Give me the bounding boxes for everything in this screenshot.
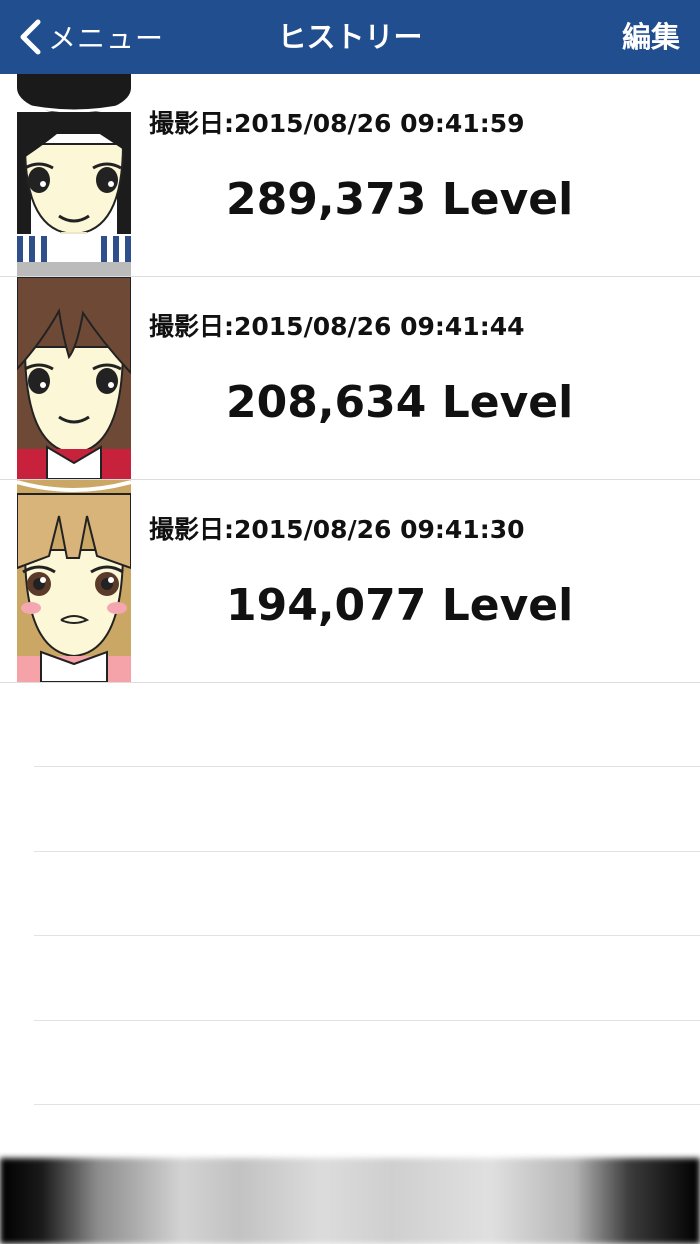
empty-row-separator — [34, 1104, 700, 1105]
ad-banner[interactable] — [0, 1158, 700, 1244]
capture-date: 撮影日:2015/08/26 09:41:44 — [149, 312, 525, 341]
empty-row-separator — [34, 851, 700, 852]
avatar-black-hat-icon — [17, 74, 131, 276]
edit-button[interactable]: 編集 — [622, 0, 680, 74]
capture-date: 撮影日:2015/08/26 09:41:59 — [149, 109, 525, 138]
history-row[interactable]: 撮影日:2015/08/26 09:41:59 289,373 Level — [0, 74, 700, 277]
history-row[interactable]: 撮影日:2015/08/26 09:41:44 208,634 Level — [0, 277, 700, 480]
avatar-brown-hair-icon — [17, 277, 131, 479]
capture-date: 撮影日:2015/08/26 09:41:30 — [149, 515, 525, 544]
level-value: 289,373 Level — [226, 174, 574, 225]
level-value: 194,077 Level — [226, 580, 574, 631]
empty-row-separator — [34, 935, 700, 936]
level-value: 208,634 Level — [226, 377, 574, 428]
navigation-bar: メニュー ヒストリー 編集 — [0, 0, 700, 74]
empty-row-separator — [34, 766, 700, 767]
history-row[interactable]: 撮影日:2015/08/26 09:41:30 194,077 Level — [0, 480, 700, 683]
empty-row-separator — [34, 1020, 700, 1021]
avatar-blonde-hair-icon — [17, 480, 131, 682]
history-list: 撮影日:2015/08/26 09:41:59 289,373 Level 撮影… — [0, 74, 700, 683]
page-title: ヒストリー — [277, 20, 423, 54]
